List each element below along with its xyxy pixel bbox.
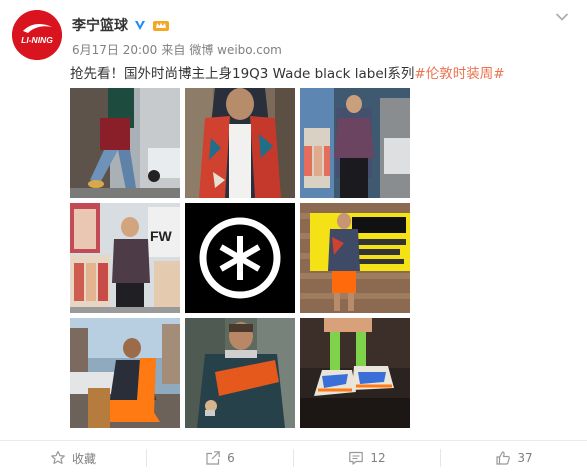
- lining-logo-icon: LI-NING: [12, 10, 62, 60]
- repost-count: 6: [227, 451, 235, 465]
- wade-logo-icon: [185, 203, 295, 313]
- comment-icon: [349, 451, 364, 465]
- repost-button[interactable]: 6: [146, 449, 293, 467]
- photo-thumbnail-9[interactable]: [300, 318, 410, 428]
- like-button[interactable]: 37: [440, 449, 587, 467]
- star-icon: [51, 450, 65, 464]
- post-text-body: 抢先看！国外时尚博主上身19Q3 Wade black label系列: [70, 66, 415, 82]
- from-label: 来自: [161, 43, 186, 57]
- chevron-down-icon[interactable]: [555, 12, 569, 22]
- svg-text:LI-NING: LI-NING: [21, 35, 53, 45]
- photo-thumbnail-1[interactable]: [70, 88, 180, 198]
- hashtag-link[interactable]: #伦敦时装周#: [414, 66, 504, 82]
- svg-text:FW: FW: [150, 228, 173, 244]
- favorite-label: 收藏: [71, 451, 96, 466]
- photo-thumbnail-3[interactable]: [300, 88, 410, 198]
- share-icon: [206, 451, 220, 465]
- vip-crown-icon[interactable]: [152, 18, 170, 32]
- photo-thumbnail-5[interactable]: [185, 203, 295, 313]
- photo-thumbnail-7[interactable]: [70, 318, 180, 428]
- photo-thumbnail-8[interactable]: [185, 318, 295, 428]
- photo-thumbnail-6[interactable]: [300, 203, 410, 313]
- avatar[interactable]: LI-NING: [12, 10, 62, 60]
- photo-thumbnail-2[interactable]: [185, 88, 295, 198]
- action-bar: 收藏 6 12 37: [0, 440, 587, 475]
- username[interactable]: 李宁篮球: [72, 15, 128, 35]
- favorite-button[interactable]: 收藏: [0, 449, 146, 467]
- post-meta: 6月17日 20:00 来自 微博 weibo.com: [72, 41, 282, 58]
- post-source[interactable]: 微博 weibo.com: [189, 41, 282, 58]
- verified-v-icon: [135, 21, 145, 30]
- comment-count: 12: [370, 451, 386, 465]
- photo-thumbnail-4[interactable]: FW: [70, 203, 180, 313]
- thumbs-up-icon: [496, 451, 511, 465]
- post-text: 抢先看！国外时尚博主上身19Q3 Wade black label系列#伦敦时装…: [70, 62, 505, 82]
- weibo-post-card: LI-NING 李宁篮球 6月17日 20:00 来自 微博 weibo.com…: [0, 0, 587, 475]
- photo-grid: FW: [70, 88, 410, 428]
- like-count: 37: [517, 451, 533, 465]
- post-date[interactable]: 6月17日 20:00: [72, 41, 157, 58]
- name-row: 李宁篮球: [72, 14, 170, 36]
- comment-button[interactable]: 12: [293, 449, 440, 467]
